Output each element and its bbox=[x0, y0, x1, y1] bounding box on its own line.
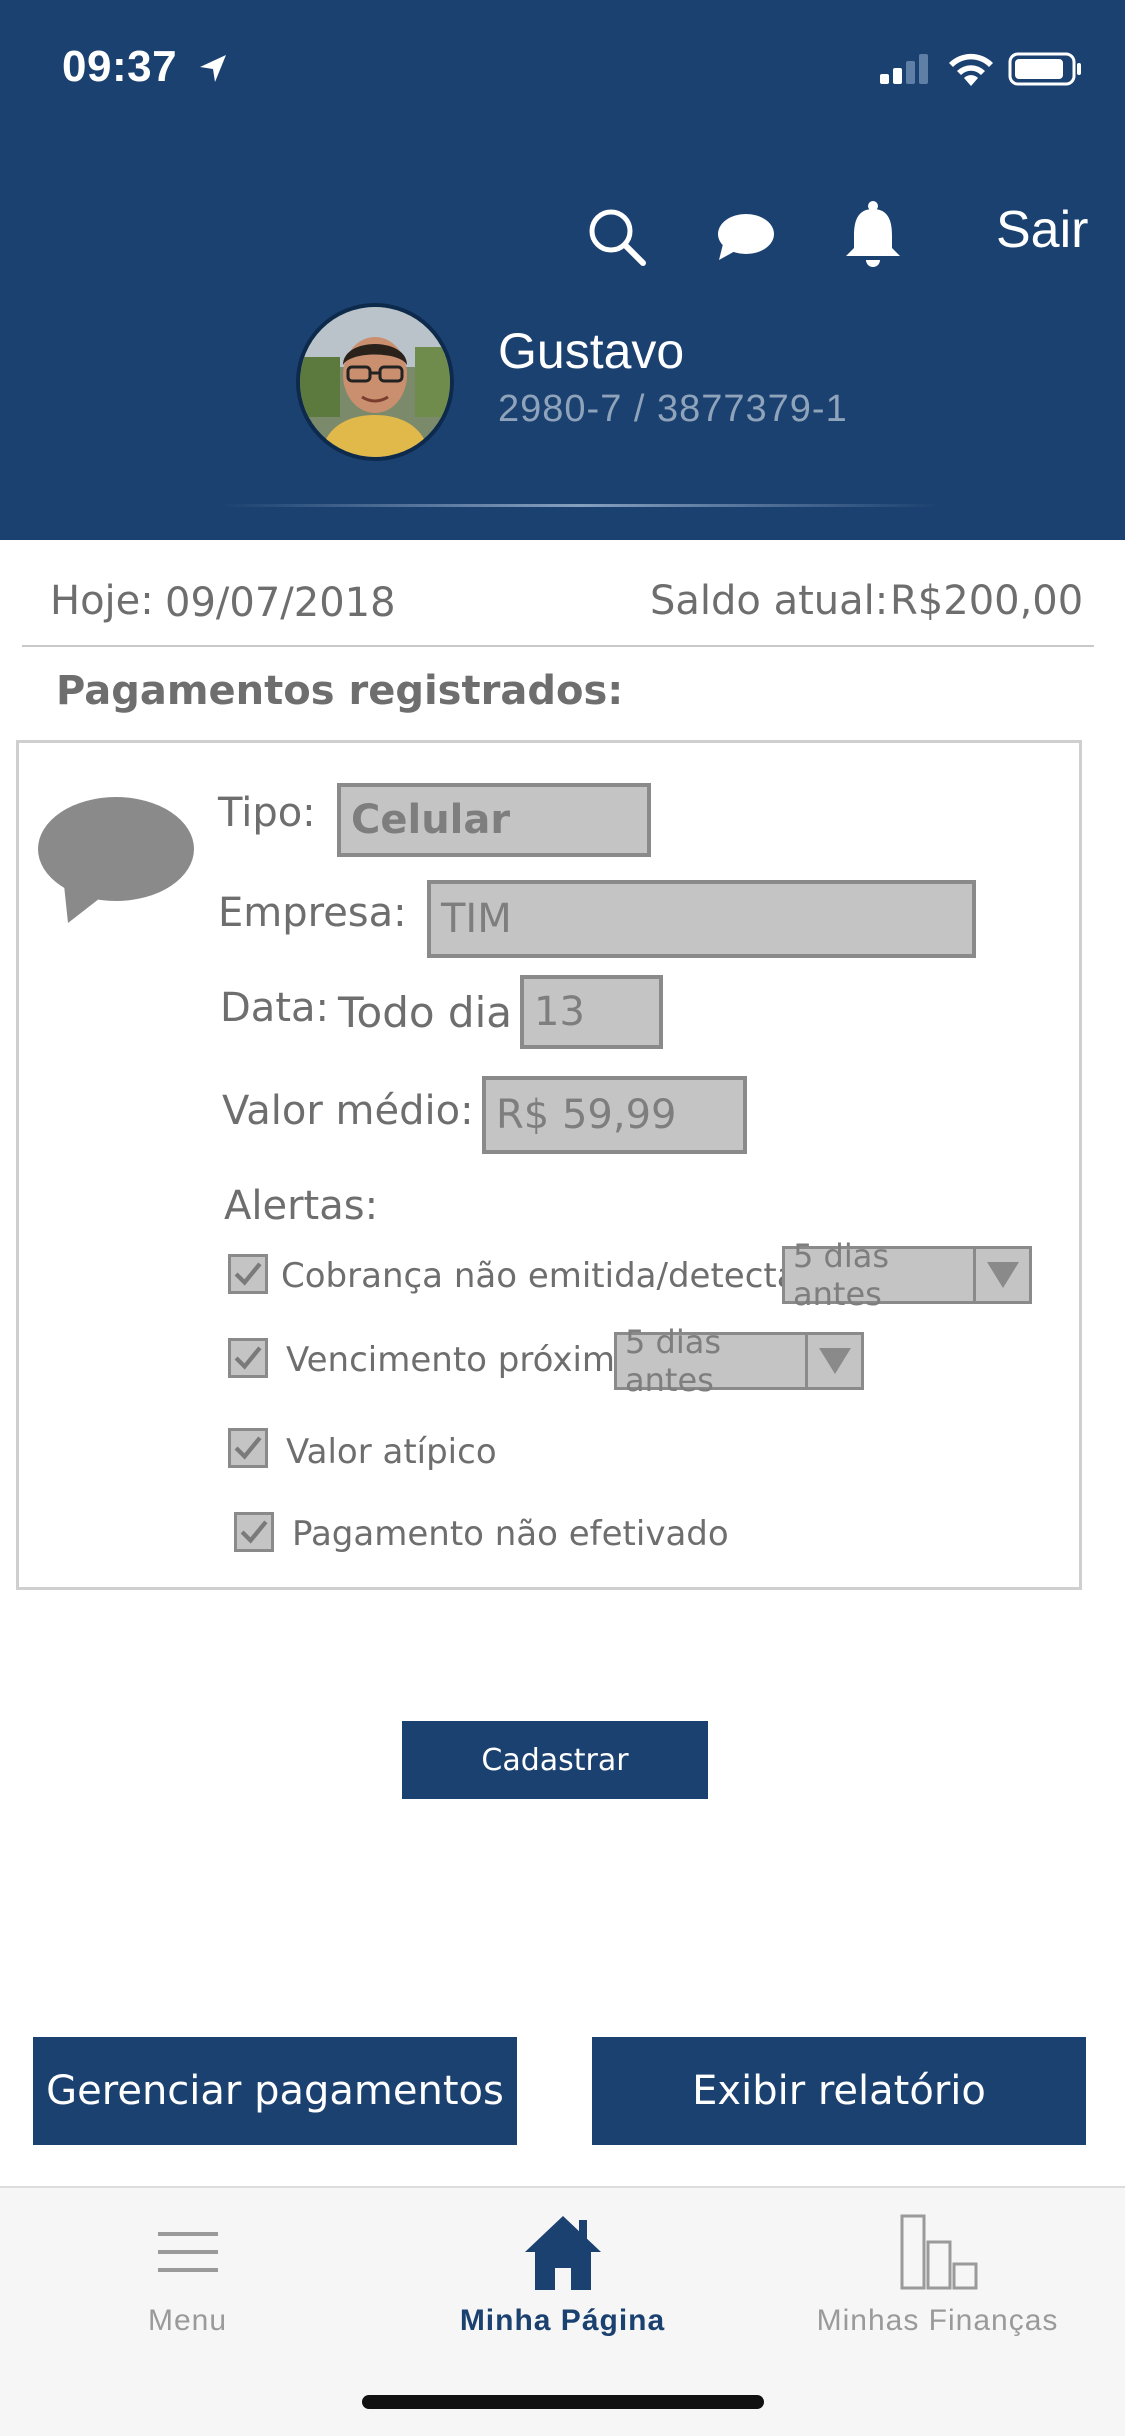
show-report-button[interactable]: Exibir relatório bbox=[592, 2037, 1086, 2145]
checkmark-icon bbox=[240, 1520, 268, 1544]
avatar[interactable] bbox=[296, 303, 454, 461]
section-title: Pagamentos registrados: bbox=[56, 668, 624, 714]
dropdown-arrow-icon bbox=[805, 1335, 861, 1387]
location-arrow-icon bbox=[200, 55, 226, 82]
bell-icon[interactable] bbox=[842, 200, 904, 270]
home-indicator bbox=[362, 2395, 764, 2409]
bar-chart-icon bbox=[900, 2214, 977, 2290]
valor-label: Valor médio: bbox=[222, 1088, 474, 1134]
alert-select-cobranca[interactable]: 5 dias antes bbox=[782, 1237, 1032, 1313]
alert-checkbox-cobranca[interactable] bbox=[228, 1254, 268, 1294]
register-button[interactable]: Cadastrar bbox=[402, 1721, 708, 1799]
tab-menu[interactable]: Menu bbox=[0, 2190, 375, 2340]
balance-label: Saldo atual: bbox=[650, 578, 889, 624]
empresa-field[interactable]: TIM bbox=[427, 880, 976, 958]
valor-field[interactable]: R$ 59,99 bbox=[482, 1076, 747, 1154]
signal-icon bbox=[880, 54, 928, 84]
tipo-label: Tipo: bbox=[218, 790, 316, 836]
search-icon[interactable] bbox=[585, 205, 647, 267]
hamburger-icon bbox=[157, 2232, 218, 2272]
day-field[interactable]: 13 bbox=[520, 975, 663, 1049]
empresa-label: Empresa: bbox=[218, 890, 407, 936]
tab-minha-pagina[interactable]: Minha Página bbox=[375, 2190, 750, 2340]
wifi-icon bbox=[949, 53, 993, 86]
speech-bubble-icon bbox=[38, 797, 194, 923]
tab-label: Minha Página bbox=[459, 2304, 666, 2337]
tab-label: Menu bbox=[147, 2304, 228, 2337]
alert-label-atipico: Valor atípico bbox=[286, 1432, 497, 1472]
today-value: 09/07/2018 bbox=[165, 580, 396, 626]
select-value: 5 dias antes bbox=[793, 1237, 890, 1313]
battery-icon bbox=[1008, 52, 1081, 86]
tab-minhas-financas[interactable]: Minhas Finanças bbox=[750, 2190, 1125, 2340]
checkmark-icon bbox=[234, 1436, 262, 1460]
avatar-photo bbox=[300, 307, 450, 457]
dropdown-arrow-icon bbox=[973, 1249, 1029, 1301]
alert-checkbox-vencimento[interactable] bbox=[228, 1338, 268, 1378]
alert-label-nao-efetivado: Pagamento não efetivado bbox=[292, 1514, 729, 1554]
alert-label-cobranca: Cobrança não emitida/detectada bbox=[281, 1256, 840, 1296]
manage-payments-button[interactable]: Gerenciar pagamentos bbox=[33, 2037, 517, 2145]
checkmark-icon bbox=[234, 1346, 262, 1370]
alert-checkbox-atipico[interactable] bbox=[228, 1428, 268, 1468]
balance-value: R$200,00 bbox=[890, 578, 1084, 624]
alert-checkbox-nao-efetivado[interactable] bbox=[234, 1512, 274, 1552]
today-label: Hoje: bbox=[50, 578, 154, 624]
data-label: Data: bbox=[220, 985, 329, 1031]
info-divider bbox=[22, 645, 1094, 647]
alert-select-vencimento[interactable]: 5 dias antes bbox=[614, 1323, 864, 1399]
tipo-field[interactable]: Celular bbox=[337, 783, 651, 857]
checkmark-icon bbox=[234, 1262, 262, 1286]
data-prefix: Todo dia bbox=[338, 988, 512, 1037]
status-time: 09:37 bbox=[62, 42, 178, 91]
alertas-label: Alertas: bbox=[224, 1183, 379, 1229]
alert-label-vencimento: Vencimento próximo bbox=[286, 1340, 636, 1380]
tab-label: Minhas Finanças bbox=[816, 2304, 1059, 2337]
logout-button[interactable]: Sair bbox=[996, 200, 1088, 260]
chat-icon[interactable] bbox=[715, 210, 775, 264]
header-divider bbox=[220, 504, 940, 507]
home-icon bbox=[524, 2216, 601, 2290]
select-value: 5 dias antes bbox=[625, 1323, 722, 1399]
account-number: 2980-7 / 3877379-1 bbox=[498, 388, 848, 430]
user-name: Gustavo bbox=[498, 323, 685, 379]
